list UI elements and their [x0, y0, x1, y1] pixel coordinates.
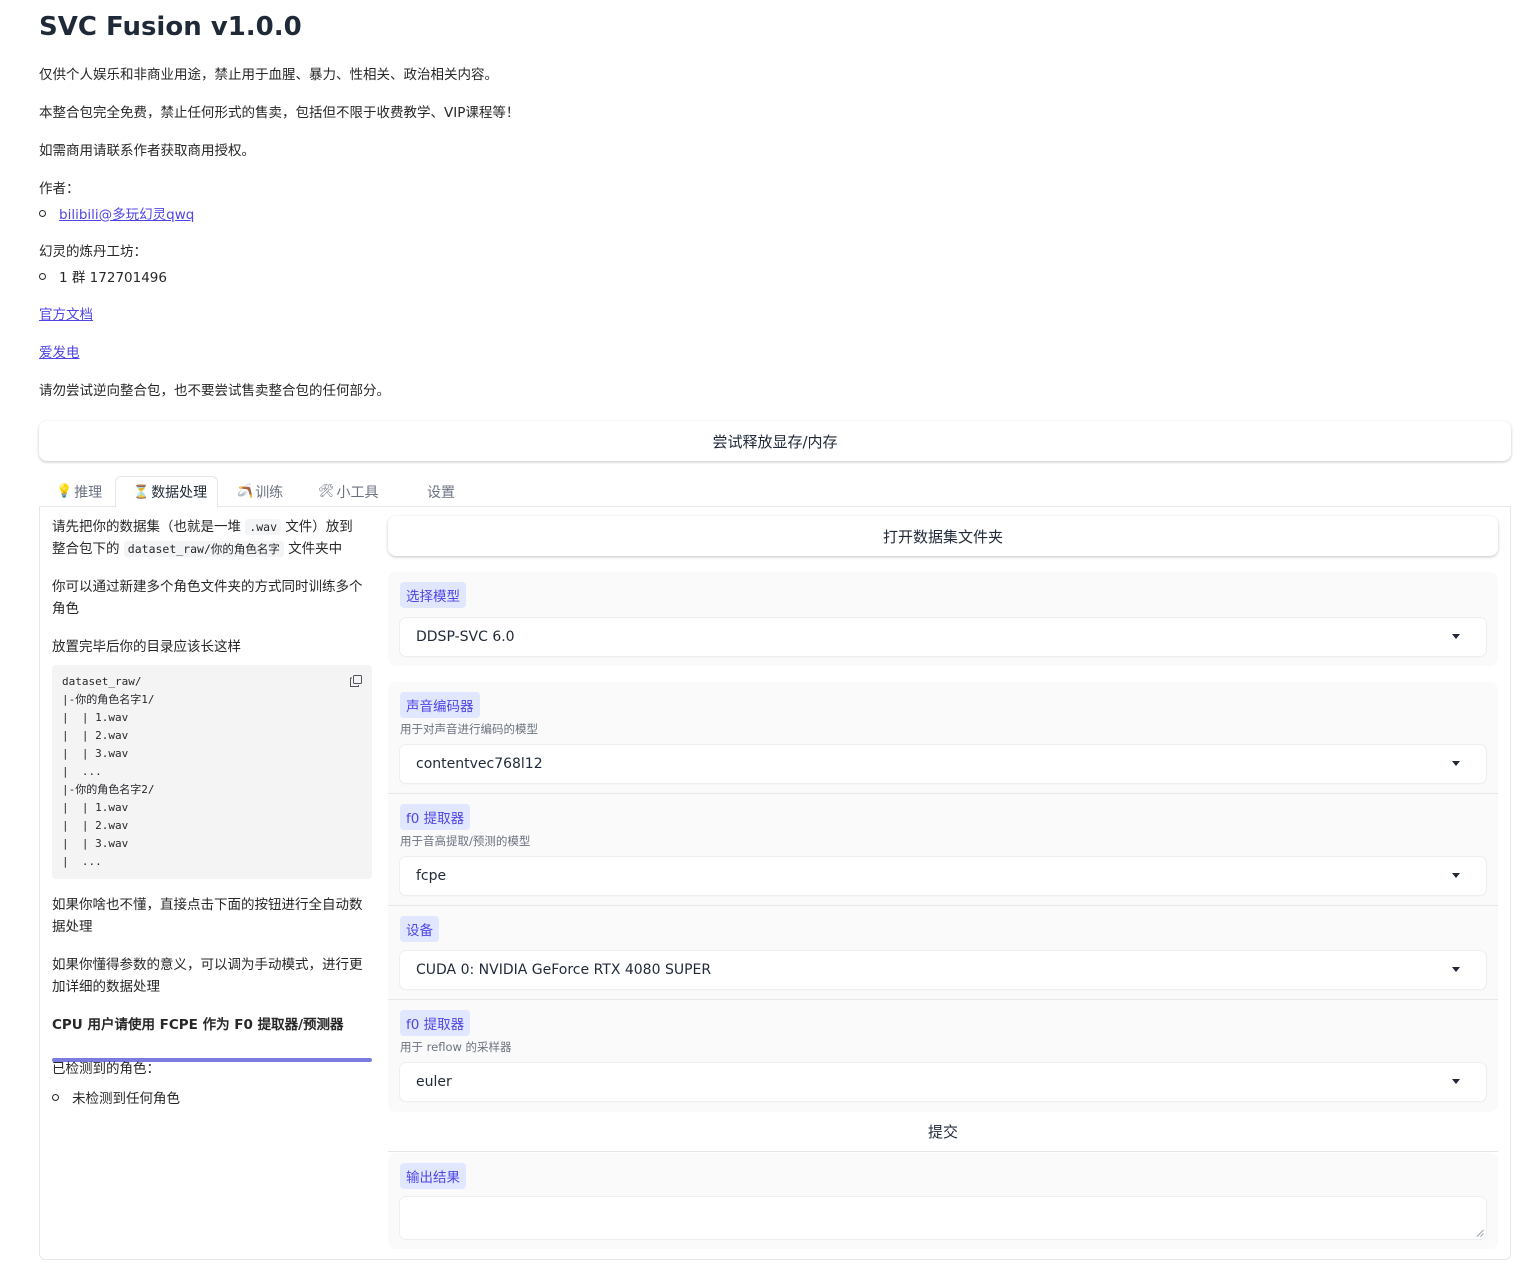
- device-dropdown[interactable]: CUDA 0: NVIDIA GeForce RTX 4080 SUPER: [400, 951, 1486, 989]
- chevron-down-icon: [1452, 967, 1460, 972]
- sampler-value: euler: [416, 1074, 452, 1090]
- chevron-down-icon: [1452, 873, 1460, 878]
- tab-inference[interactable]: 💡 推理: [56, 476, 102, 507]
- detected-speakers-label: 已检测到的角色：: [52, 1061, 160, 1077]
- model-value: DDSP-SVC 6.0: [416, 629, 515, 645]
- tab-label: 设置: [427, 484, 455, 501]
- directory-intro: 放置完毕后你的目录应该长这样: [52, 639, 241, 655]
- author-label: 作者：: [39, 181, 80, 197]
- sampler-dropdown[interactable]: euler: [400, 1063, 1486, 1101]
- device-value: CUDA 0: NVIDIA GeForce RTX 4080 SUPER: [416, 962, 712, 978]
- open-dataset-folder-button[interactable]: 打开数据集文件夹: [388, 516, 1498, 556]
- sampler-info: 用于 reflow 的采样器: [400, 1040, 512, 1054]
- model-select-block: 选择模型 DDSP-SVC 6.0: [388, 572, 1498, 666]
- bullet-icon: [52, 1093, 59, 1101]
- instruction-text: 文件）放到: [281, 519, 353, 535]
- encoder-value: contentvec768l12: [416, 756, 543, 772]
- detected-speakers-item: 未检测到任何角色: [52, 1087, 180, 1107]
- chevron-down-icon: [1452, 761, 1460, 766]
- page-title: SVC Fusion v1.0.0: [39, 12, 302, 42]
- tab-bar: 💡 推理 ⏳ 数据处理 🪃 训练 🛠 小工具 设置: [39, 476, 1511, 508]
- f0-label: f0 提取器: [400, 804, 471, 830]
- directory-code-block: dataset_raw/ |-你的角色名字1/ | | 1.wav | | 2.…: [52, 665, 372, 879]
- reverse-warning: 请勿尝试逆向整合包，也不要尝试售卖整合包的任何部分。: [39, 383, 390, 399]
- docs-link[interactable]: 官方文档: [39, 303, 93, 323]
- device-label: 设备: [400, 916, 439, 942]
- instruction-text: 文件夹中: [283, 541, 343, 557]
- workshop-group-text: 1 群 172701496: [59, 270, 167, 286]
- dataset-instructions: 请先把你的数据集（也就是一堆 .wav 文件）放到 整合包下的 dataset_…: [52, 516, 372, 560]
- instruction-text: 请先把你的数据集（也就是一堆: [52, 519, 246, 535]
- afdian-link[interactable]: 爱发电: [39, 341, 80, 361]
- inline-code: .wav: [245, 519, 281, 535]
- output-block: 输出结果: [388, 1153, 1498, 1249]
- free-memory-button[interactable]: 尝试释放显存/内存: [39, 421, 1511, 461]
- multi-speaker-note: 你可以通过新建多个角色文件夹的方式同时训练多个角色: [52, 579, 363, 617]
- tab-data-processing[interactable]: ⏳ 数据处理: [115, 476, 218, 508]
- submit-button[interactable]: 提交: [388, 1112, 1498, 1152]
- tab-tools[interactable]: 🛠 小工具: [318, 476, 379, 507]
- intro-commercial-notice: 如需商用请联系作者获取商用授权。: [39, 143, 255, 159]
- inline-code: dataset_raw/你的角色名字: [123, 541, 284, 557]
- model-dropdown[interactable]: DDSP-SVC 6.0: [400, 618, 1486, 656]
- output-textarea[interactable]: [400, 1197, 1486, 1239]
- f0-dropdown[interactable]: fcpe: [400, 857, 1486, 895]
- encoder-label: 声音编码器: [400, 692, 480, 718]
- workshop-label: 幻灵的炼丹工坊：: [39, 244, 147, 260]
- f0-info: 用于音高提取/预测的模型: [400, 834, 531, 848]
- workshop-list-item: 1 群 172701496: [39, 266, 167, 286]
- tab-label: 推理: [74, 484, 103, 501]
- params-block: 声音编码器 用于对声音进行编码的模型 contentvec768l12 f0 提…: [388, 682, 1498, 1112]
- f0-value: fcpe: [416, 868, 447, 884]
- tab-training[interactable]: 🪃 训练: [237, 476, 283, 507]
- auto-mode-note: 如果你啥也不懂，直接点击下面的按钮进行全自动数据处理: [52, 897, 363, 935]
- resize-handle-icon[interactable]: [1476, 1229, 1484, 1237]
- manual-mode-note: 如果你懂得参数的意义，可以调为手动模式，进行更加详细的数据处理: [52, 957, 363, 995]
- lightbulb-icon: 💡: [56, 484, 73, 499]
- author-list-item: bilibili@多玩幻灵qwq: [39, 203, 194, 223]
- encoder-dropdown[interactable]: contentvec768l12: [400, 745, 1486, 783]
- detected-speaker-text: 未检测到任何角色: [72, 1091, 180, 1107]
- tab-settings[interactable]: 设置: [427, 476, 455, 507]
- divider: [388, 999, 1498, 1000]
- cpu-note: CPU 用户请使用 FCPE 作为 F0 提取器/预测器: [52, 1017, 344, 1033]
- tab-label: 小工具: [336, 484, 379, 501]
- tools-icon: 🛠: [318, 484, 335, 499]
- intro-free-notice: 本整合包完全免费，禁止任何形式的售卖，包括但不限于收费教学、VIP课程等！: [39, 105, 520, 121]
- code-content: dataset_raw/ |-你的角色名字1/ | | 1.wav | | 2.…: [62, 675, 155, 868]
- divider: [388, 793, 1498, 794]
- bullet-icon: [39, 209, 46, 217]
- slingshot-icon: 🪃: [237, 484, 254, 499]
- bullet-icon: [39, 272, 46, 280]
- chevron-down-icon: [1452, 1079, 1460, 1084]
- intro-disclaimer: 仅供个人娱乐和非商业用途，禁止用于血腥、暴力、性相关、政治相关内容。: [39, 67, 498, 83]
- tab-label: 数据处理: [151, 485, 208, 501]
- hourglass-icon: ⏳: [133, 484, 150, 500]
- copy-icon[interactable]: [350, 675, 362, 687]
- tab-label: 训练: [255, 484, 284, 501]
- author-link[interactable]: bilibili@多玩幻灵qwq: [59, 203, 194, 223]
- encoder-info: 用于对声音进行编码的模型: [400, 722, 538, 736]
- instruction-text: 整合包下的: [52, 541, 124, 557]
- sampler-label: f0 提取器: [400, 1010, 471, 1036]
- output-label: 输出结果: [400, 1163, 466, 1189]
- divider: [388, 905, 1498, 906]
- chevron-down-icon: [1452, 634, 1460, 639]
- model-label: 选择模型: [400, 582, 466, 608]
